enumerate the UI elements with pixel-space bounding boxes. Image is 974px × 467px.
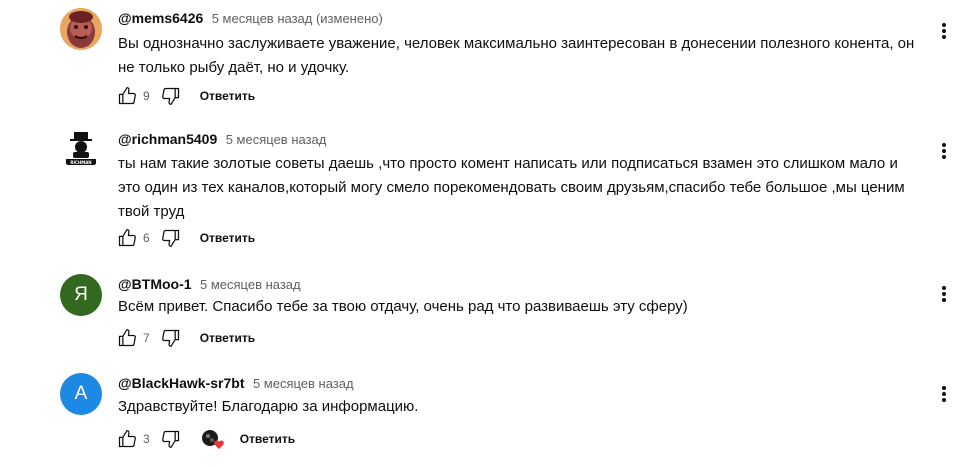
like-count: 7 <box>143 331 150 345</box>
creator-heart-badge <box>200 428 226 450</box>
more-options-icon[interactable] <box>934 282 954 306</box>
comment-author[interactable]: @richman5409 <box>118 131 217 147</box>
more-options-icon[interactable] <box>934 139 954 163</box>
more-options-icon[interactable] <box>934 382 954 406</box>
more-options-icon[interactable] <box>934 19 954 43</box>
avatar-letter: A <box>74 383 88 404</box>
comment-actions: 9 Ответить <box>116 85 255 107</box>
reply-button[interactable]: Ответить <box>200 89 255 103</box>
comment-actions: 7 Ответить <box>116 327 255 349</box>
dislike-icon[interactable] <box>160 85 182 107</box>
richman-logo-icon: RICHMAN <box>60 128 102 170</box>
like-icon[interactable] <box>116 428 138 450</box>
comment-text: Всём привет. Спасибо тебе за твою отдачу… <box>118 298 688 315</box>
comment-actions: 6 Ответить <box>116 227 255 249</box>
like-icon[interactable] <box>116 327 138 349</box>
comment-author[interactable]: @BTMoo-1 <box>118 276 192 292</box>
comment-author[interactable]: @BlackHawk-sr7bt <box>118 375 244 391</box>
avatar-logo-text: RICHMAN <box>70 160 91 165</box>
like-count: 3 <box>143 432 150 446</box>
comment-time[interactable]: 5 месяцев назад <box>253 376 354 391</box>
comment-text: ты нам такие золотые советы даешь ,что п… <box>118 155 905 220</box>
dislike-icon[interactable] <box>160 227 182 249</box>
like-count: 6 <box>143 231 150 245</box>
avatar[interactable]: A <box>60 373 102 415</box>
like-icon[interactable] <box>116 227 138 249</box>
reply-button[interactable]: Ответить <box>200 331 255 345</box>
comment-time[interactable]: 5 месяцев назад <box>200 277 301 292</box>
comment-author[interactable]: @mems6426 <box>118 10 203 26</box>
dislike-icon[interactable] <box>160 428 182 450</box>
dislike-icon[interactable] <box>160 327 182 349</box>
reply-button[interactable]: Ответить <box>240 432 295 446</box>
like-icon[interactable] <box>116 85 138 107</box>
comment-actions: 3 Ответить <box>116 428 295 450</box>
avatar[interactable]: RICHMAN <box>60 128 102 170</box>
heart-icon <box>213 440 224 449</box>
like-count: 9 <box>143 89 150 103</box>
avatar[interactable]: Я <box>60 274 102 316</box>
comment-time[interactable]: 5 месяцев назад (изменено) <box>212 11 383 26</box>
avatar-letter: Я <box>74 284 88 305</box>
comment-text: Здравствуйте! Благодарю за информацию. <box>118 398 419 415</box>
avatar[interactable] <box>60 8 102 50</box>
comment-text: Вы однозначно заслуживаете уважение, чел… <box>118 35 915 76</box>
reply-button[interactable]: Ответить <box>200 231 255 245</box>
user-photo-icon <box>60 8 102 50</box>
comment-time[interactable]: 5 месяцев назад <box>226 132 327 147</box>
